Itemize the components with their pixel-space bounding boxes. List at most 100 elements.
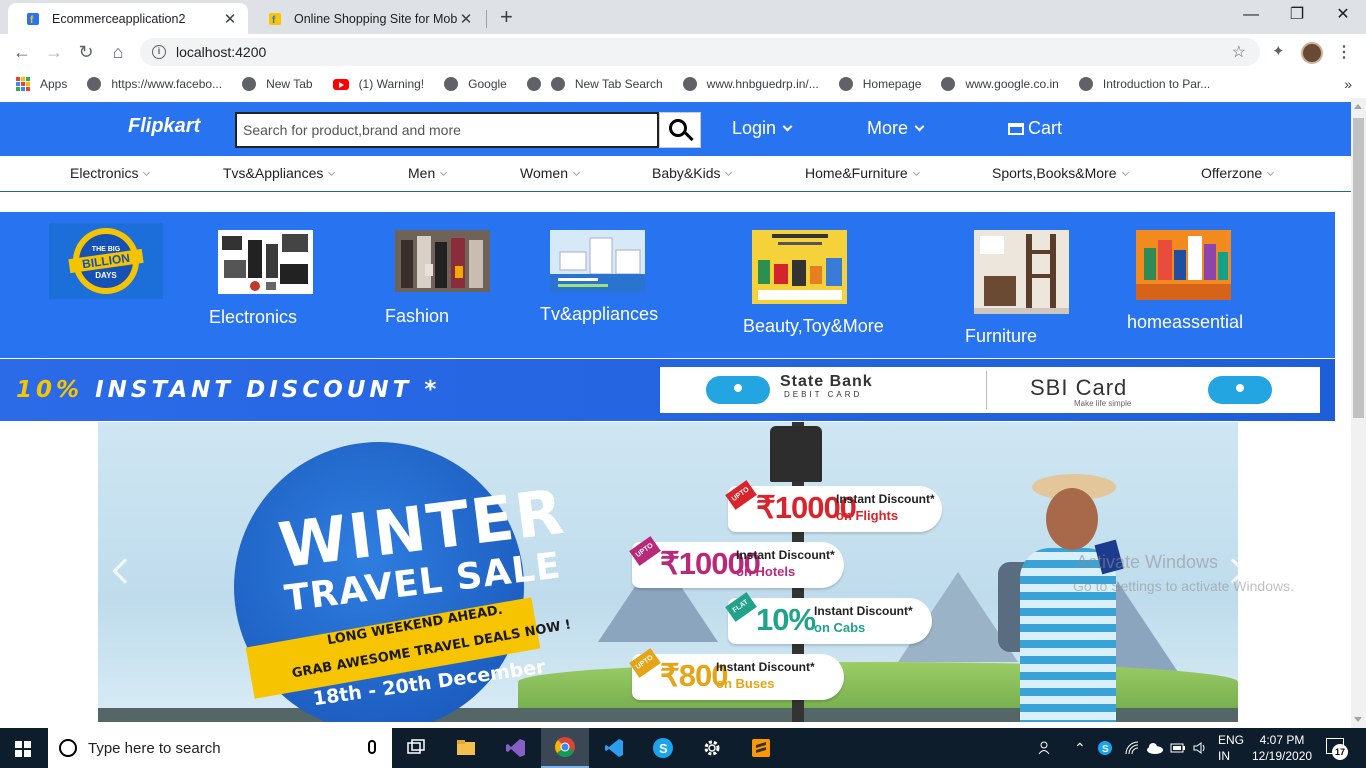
bookmark-facebook[interactable]: https://www.facebo... [87, 77, 222, 91]
flipkart-logo[interactable]: Flipkart [128, 115, 200, 138]
skype-tray-icon[interactable]: S [1097, 728, 1113, 768]
tile-label-homeassential[interactable]: homeassential [1127, 312, 1243, 333]
home-essentials-image[interactable] [1136, 230, 1231, 300]
bookmark-star-icon[interactable]: ☆ [1232, 42, 1246, 62]
globe-icon [941, 77, 956, 91]
reload-icon[interactable]: ↻ [74, 40, 98, 64]
scroll-down-icon[interactable] [1354, 717, 1362, 722]
taskbar-search[interactable]: Type here to search [48, 728, 392, 768]
bookmark-new-tab-search[interactable]: New Tab Search [550, 77, 663, 91]
more-dropdown[interactable]: More [867, 118, 925, 139]
close-window-button[interactable]: ✕ [1320, 4, 1366, 26]
sbi-card-tagline: Make life simple [1074, 399, 1132, 408]
bookmark-new-tab[interactable]: New Tab [242, 77, 313, 91]
profile-avatar[interactable] [1301, 42, 1323, 64]
cart-link[interactable]: Cart [1008, 118, 1062, 139]
volume-icon[interactable] [1192, 728, 1208, 768]
tile-label-electronics[interactable]: Electronics [209, 307, 297, 328]
wifi-icon[interactable] [1124, 728, 1140, 768]
chrome-icon[interactable] [541, 728, 589, 768]
category-tvs-appliances[interactable]: Tvs&Appliances [223, 165, 336, 181]
menu-kebab-icon[interactable]: ⋮ [1336, 42, 1352, 62]
minimize-button[interactable]: — [1228, 4, 1274, 26]
site-info-icon[interactable]: i [152, 45, 166, 59]
bookmark-introduction[interactable]: Introduction to Par... [1078, 77, 1210, 91]
vscode-icon[interactable] [590, 728, 638, 768]
bookmarks-overflow-icon[interactable]: » [1344, 76, 1352, 92]
extensions-puzzle-icon[interactable]: ✦ [1272, 44, 1288, 60]
windows-start-icon[interactable] [15, 741, 31, 757]
promo-carousel[interactable]: WINTER TRAVEL SALE LONG WEEKEND AHEAD. G… [98, 422, 1238, 722]
scrollbar-thumb[interactable] [1353, 118, 1364, 418]
fashion-image[interactable] [395, 230, 490, 292]
furniture-image[interactable] [974, 230, 1069, 314]
bookmark-apps[interactable]: Apps [16, 77, 67, 91]
back-arrow-icon[interactable]: ← [10, 40, 34, 64]
bookmark-label: New Tab [266, 77, 313, 91]
cortana-icon [59, 739, 77, 757]
tile-label-tv-appliances[interactable]: Tv&appliances [540, 304, 658, 325]
language-indicator[interactable]: ENG IN [1218, 732, 1244, 764]
search-button[interactable] [659, 112, 701, 148]
bookmark-label: www.hnbguedrp.in/... [706, 77, 819, 91]
bookmark-google[interactable]: Google [444, 77, 507, 91]
tray-overflow-icon[interactable]: ⌃ [1074, 728, 1086, 768]
globe-icon [838, 77, 853, 91]
beauty-toy-image[interactable] [752, 230, 847, 304]
search-input[interactable] [235, 112, 659, 148]
tab-close-icon[interactable]: ✕ [222, 10, 238, 28]
battery-icon[interactable] [1170, 728, 1186, 768]
notification-count-badge: 17 [1332, 744, 1348, 760]
url-text: localhost:4200 [176, 44, 267, 60]
scroll-up-icon[interactable] [1354, 104, 1362, 109]
people-icon[interactable] [1038, 728, 1054, 768]
globe-icon [526, 77, 541, 91]
category-electronics[interactable]: Electronics [70, 165, 151, 181]
bookmark-hnbguedrp[interactable]: www.hnbguedrp.in/... [682, 77, 819, 91]
tab-close-icon[interactable]: ✕ [458, 10, 474, 28]
discount-text: 10% INSTANT DISCOUNT * [16, 377, 440, 403]
sublime-text-icon[interactable] [737, 728, 785, 768]
category-sports-books[interactable]: Sports,Books&More [992, 165, 1129, 181]
offer-line2: on Flights [836, 508, 899, 523]
forward-arrow-icon[interactable]: → [42, 40, 66, 64]
skype-icon[interactable]: S [639, 728, 687, 768]
tab-online-shopping[interactable]: f Online Shopping Site for Mobiles ✕ [250, 3, 484, 34]
tile-label-beauty-toy[interactable]: Beauty,Toy&More [743, 316, 884, 337]
electronics-image[interactable] [218, 230, 313, 294]
flipkart-header: Flipkart Login More Cart [0, 102, 1351, 156]
bookmark-homepage[interactable]: Homepage [838, 77, 921, 91]
bookmark-unnamed[interactable] [526, 77, 541, 91]
tab-ecommerce[interactable]: f Ecommerceapplication2 ✕ [8, 3, 248, 34]
tile-label-fashion[interactable]: Fashion [385, 306, 449, 327]
home-icon[interactable]: ⌂ [106, 40, 130, 64]
bookmark-google-co-in[interactable]: www.google.co.in [941, 77, 1059, 91]
category-women[interactable]: Women [520, 165, 581, 181]
taskbar-clock[interactable]: 4:07 PM 12/19/2020 [1252, 732, 1312, 764]
tile-label-furniture[interactable]: Furniture [965, 326, 1037, 347]
microphone-icon[interactable] [368, 740, 376, 754]
instant-discount-banner[interactable]: 10% INSTANT DISCOUNT * State Bank DEBIT … [0, 359, 1335, 421]
carousel-prev-icon[interactable] [112, 558, 138, 584]
maximize-button[interactable]: ❐ [1274, 4, 1320, 26]
category-offerzone[interactable]: Offerzone [1201, 165, 1275, 181]
category-label: Home&Furniture [805, 165, 908, 181]
file-explorer-icon[interactable] [442, 728, 490, 768]
offer-line2: on Cabs [814, 620, 866, 635]
task-view-icon[interactable] [392, 728, 440, 768]
tv-appliances-image[interactable] [550, 230, 645, 292]
settings-gear-icon[interactable] [688, 728, 736, 768]
new-tab-button[interactable]: + [500, 5, 513, 29]
big-billion-days-logo[interactable]: THE BIG BILLION DAYS [49, 223, 163, 299]
category-home-furniture[interactable]: Home&Furniture [805, 165, 920, 181]
category-baby-kids[interactable]: Baby&Kids [652, 165, 733, 181]
bookmark-warning[interactable]: (1) Warning! [332, 77, 424, 91]
onedrive-cloud-icon[interactable] [1146, 728, 1164, 768]
region-code: IN [1218, 749, 1230, 763]
visual-studio-icon[interactable] [492, 728, 540, 768]
chevron-down-icon [328, 168, 336, 177]
page-scrollbar[interactable] [1351, 98, 1366, 728]
address-bar[interactable]: i localhost:4200 ☆ [140, 38, 1260, 66]
category-men[interactable]: Men [408, 165, 448, 181]
login-dropdown[interactable]: Login [732, 118, 793, 139]
